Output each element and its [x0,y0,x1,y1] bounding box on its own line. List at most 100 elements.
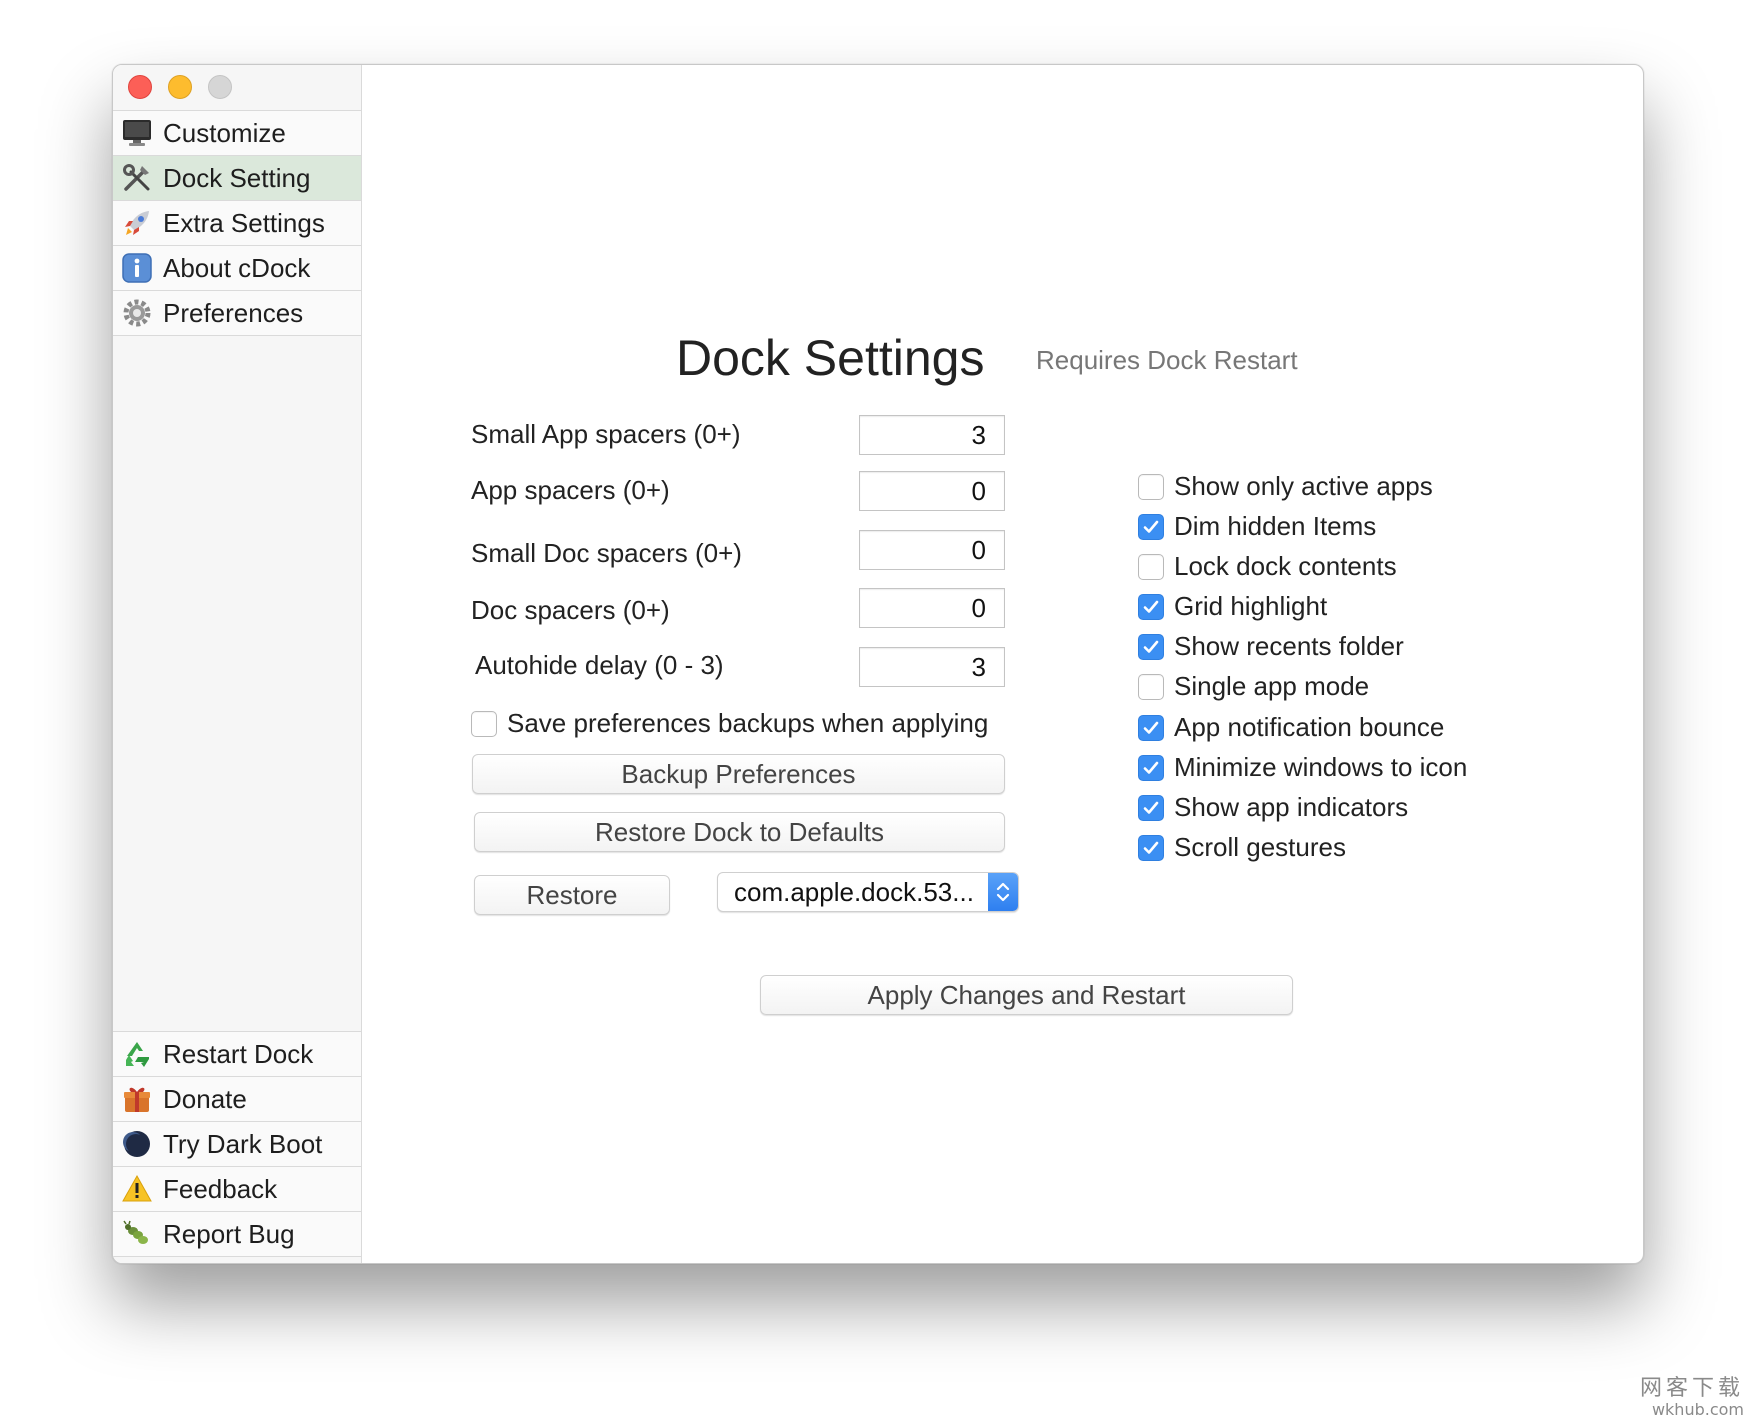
rocket-icon [121,207,153,239]
option-single-app-mode[interactable]: Single app mode [1138,671,1369,702]
checkmark-icon [1143,640,1159,653]
save-backups-label: Save preferences backups when applying [507,708,989,738]
zoom-window-button[interactable] [208,75,232,99]
checkbox-checked[interactable] [1138,794,1164,821]
checkmark-icon [1143,761,1159,774]
monitor-icon [121,117,153,149]
option-label: Lock dock contents [1174,551,1397,581]
main-content: Dock Settings Requires Dock Restart Smal… [362,65,1643,1263]
info-icon [121,252,153,284]
sidebar-item-restart-dock[interactable]: Restart Dock [113,1032,361,1077]
sidebar-item-label: Customize [163,117,286,148]
doc-spacers-label: Doc spacers (0+) [471,595,670,625]
moon-icon [121,1128,153,1160]
watermark-line-1: 网客下载 [1639,1376,1744,1401]
backup-select-value: com.apple.dock.53... [734,876,974,907]
recycle-icon [121,1038,153,1070]
sidebar-item-label: Extra Settings [163,207,325,238]
option-label: Grid highlight [1174,591,1328,621]
autohide-delay-input[interactable] [859,647,1005,687]
option-app-notification-bounce[interactable]: App notification bounce [1138,712,1444,743]
sidebar-item-report-bug[interactable]: Report Bug [113,1212,361,1257]
sidebar-item-donate[interactable]: Donate [113,1077,361,1122]
warning-icon [121,1173,153,1205]
sidebar-item-customize[interactable]: Customize [113,111,361,156]
option-lock-dock-contents[interactable]: Lock dock contents [1138,551,1397,582]
option-grid-highlight[interactable]: Grid highlight [1138,591,1327,622]
option-show-recents-folder[interactable]: Show recents folder [1138,631,1404,662]
sidebar-item-label: About cDock [163,252,311,283]
checkmark-icon [1143,520,1159,533]
app-spacers-input[interactable] [859,471,1005,511]
option-label: Single app mode [1174,671,1370,701]
sidebar-item-label: Try Dark Boot [163,1128,323,1159]
sidebar-nav-top: Customize Dock Setting Extra Settings Ab… [113,110,361,336]
sidebar: Customize Dock Setting Extra Settings Ab… [113,65,362,1263]
restore-button[interactable]: Restore [474,875,670,915]
checkbox-checked[interactable] [1138,834,1164,861]
sidebar-item-label: Preferences [163,297,304,328]
option-label: App notification bounce [1174,712,1445,742]
gift-icon [121,1083,153,1115]
minimize-window-button[interactable] [168,75,192,99]
checkbox-checked[interactable] [1138,714,1164,741]
sidebar-item-extra-settings[interactable]: Extra Settings [113,201,361,246]
sidebar-item-label: Report Bug [163,1218,295,1249]
autohide-delay-label: Autohide delay (0 - 3) [475,650,724,680]
option-label: Show recents folder [1174,631,1404,661]
option-label: Dim hidden Items [1174,511,1377,541]
checkbox-checked[interactable] [1138,513,1164,540]
small-app-spacers-label: Small App spacers (0+) [471,419,741,449]
sidebar-item-label: Feedback [163,1173,278,1204]
checkbox-checked[interactable] [1138,754,1164,781]
small-doc-spacers-label: Small Doc spacers (0+) [471,538,742,568]
app-window: Customize Dock Setting Extra Settings Ab… [112,64,1644,1264]
checkbox-checked[interactable] [1138,593,1164,620]
option-scroll-gestures[interactable]: Scroll gestures [1138,832,1346,863]
checkmark-icon [1143,841,1159,854]
save-backups-checkbox[interactable] [471,710,497,737]
watermark-line-2: wkhub.com [1651,1400,1744,1419]
sidebar-item-label: Restart Dock [163,1038,314,1069]
apply-changes-button[interactable]: Apply Changes and Restart [760,975,1293,1015]
close-window-button[interactable] [128,75,152,99]
restore-defaults-button[interactable]: Restore Dock to Defaults [474,812,1005,852]
sidebar-item-preferences[interactable]: Preferences [113,291,361,336]
sidebar-item-feedback[interactable]: Feedback [113,1167,361,1212]
checkbox-checked[interactable] [1138,633,1164,660]
chevron-up-down-icon[interactable] [988,873,1018,911]
option-label: Show only active apps [1174,471,1433,501]
bug-icon [121,1218,153,1250]
checkmark-icon [1143,600,1159,613]
sidebar-nav-bottom: Restart Dock Donate Try Dark Boot Feedba… [113,1031,361,1257]
sidebar-item-about-cdock[interactable]: About cDock [113,246,361,291]
checkbox[interactable] [1138,673,1164,700]
checkmark-icon [1143,721,1159,734]
backup-preferences-button[interactable]: Backup Preferences [472,754,1005,794]
gear-icon [121,297,153,329]
option-dim-hidden-items[interactable]: Dim hidden Items [1138,511,1376,542]
option-label: Minimize windows to icon [1174,752,1468,782]
doc-spacers-input[interactable] [859,588,1005,628]
checkmark-icon [1143,801,1159,814]
sidebar-item-try-dark-boot[interactable]: Try Dark Boot [113,1122,361,1167]
checkbox[interactable] [1138,473,1164,500]
watermark: 网客下载 wkhub.com [1640,1378,1744,1418]
backup-select[interactable]: com.apple.dock.53... [717,872,1019,912]
restart-note: Requires Dock Restart [1036,345,1298,375]
tools-icon [121,162,153,194]
option-label: Scroll gestures [1174,832,1346,862]
app-spacers-label: App spacers (0+) [471,475,670,505]
save-backups-option[interactable]: Save preferences backups when applying [471,708,988,739]
window-controls [128,75,232,99]
option-show-only-active-apps[interactable]: Show only active apps [1138,471,1433,502]
option-label: Show app indicators [1174,792,1409,822]
sidebar-item-label: Dock Setting [163,162,311,193]
small-doc-spacers-input[interactable] [859,530,1005,570]
small-app-spacers-input[interactable] [859,415,1005,455]
option-minimize-windows-to-icon[interactable]: Minimize windows to icon [1138,752,1467,783]
sidebar-item-dock-setting[interactable]: Dock Setting [113,156,361,201]
checkbox[interactable] [1138,553,1164,580]
option-show-app-indicators[interactable]: Show app indicators [1138,792,1408,823]
page-title: Dock Settings [676,330,985,386]
